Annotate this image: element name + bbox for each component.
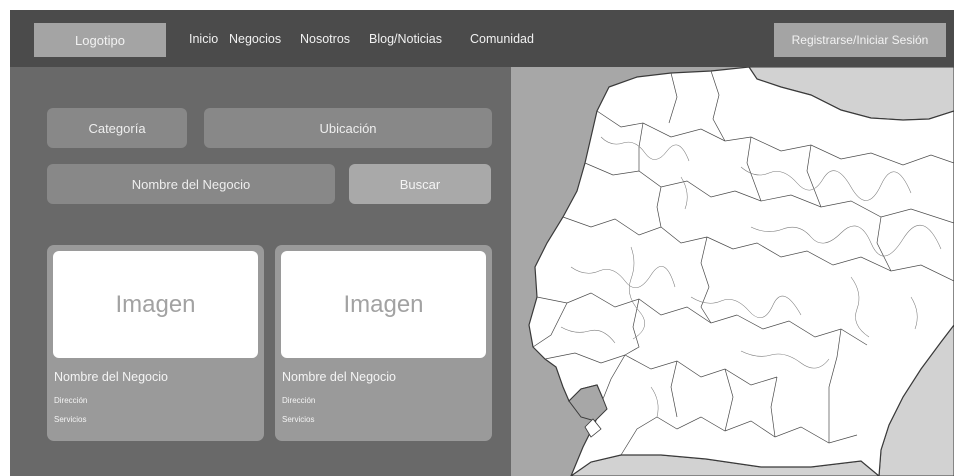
card-services: Servicios [282,415,315,424]
card-title[interactable]: Nombre del Negocio [282,370,396,384]
nav-item-nosotros[interactable]: Nosotros [300,32,350,46]
logo[interactable]: Logotipo [34,23,166,57]
nav-item-negocios[interactable]: Negocios [229,32,281,46]
ecuador-map-icon [511,67,954,476]
nav-item-inicio[interactable]: Inicio [189,32,218,46]
business-name-input[interactable]: Nombre del Negocio [47,164,335,204]
register-login-button[interactable]: Registrarse/Iniciar Sesión [774,23,946,57]
card-services: Servicios [54,415,87,424]
business-card[interactable]: Imagen Nombre del Negocio Dirección Serv… [47,245,264,441]
nav-item-comunidad[interactable]: Comunidad [470,32,534,46]
search-button[interactable]: Buscar [349,164,491,204]
card-address: Dirección [282,396,316,405]
search-panel: Categoría Ubicación Nombre del Negocio B… [10,67,511,476]
card-title[interactable]: Nombre del Negocio [54,370,168,384]
card-address: Dirección [54,396,88,405]
map-view[interactable] [511,67,954,476]
business-card[interactable]: Imagen Nombre del Negocio Dirección Serv… [275,245,492,441]
nav-item-blog[interactable]: Blog/Noticias [369,32,442,46]
category-select[interactable]: Categoría [47,108,187,148]
card-image-placeholder: Imagen [53,251,258,358]
location-select[interactable]: Ubicación [204,108,492,148]
top-navigation-bar: Logotipo Inicio Negocios Nosotros Blog/N… [10,10,954,67]
card-image-placeholder: Imagen [281,251,486,358]
app-frame: Logotipo Inicio Negocios Nosotros Blog/N… [10,10,954,476]
